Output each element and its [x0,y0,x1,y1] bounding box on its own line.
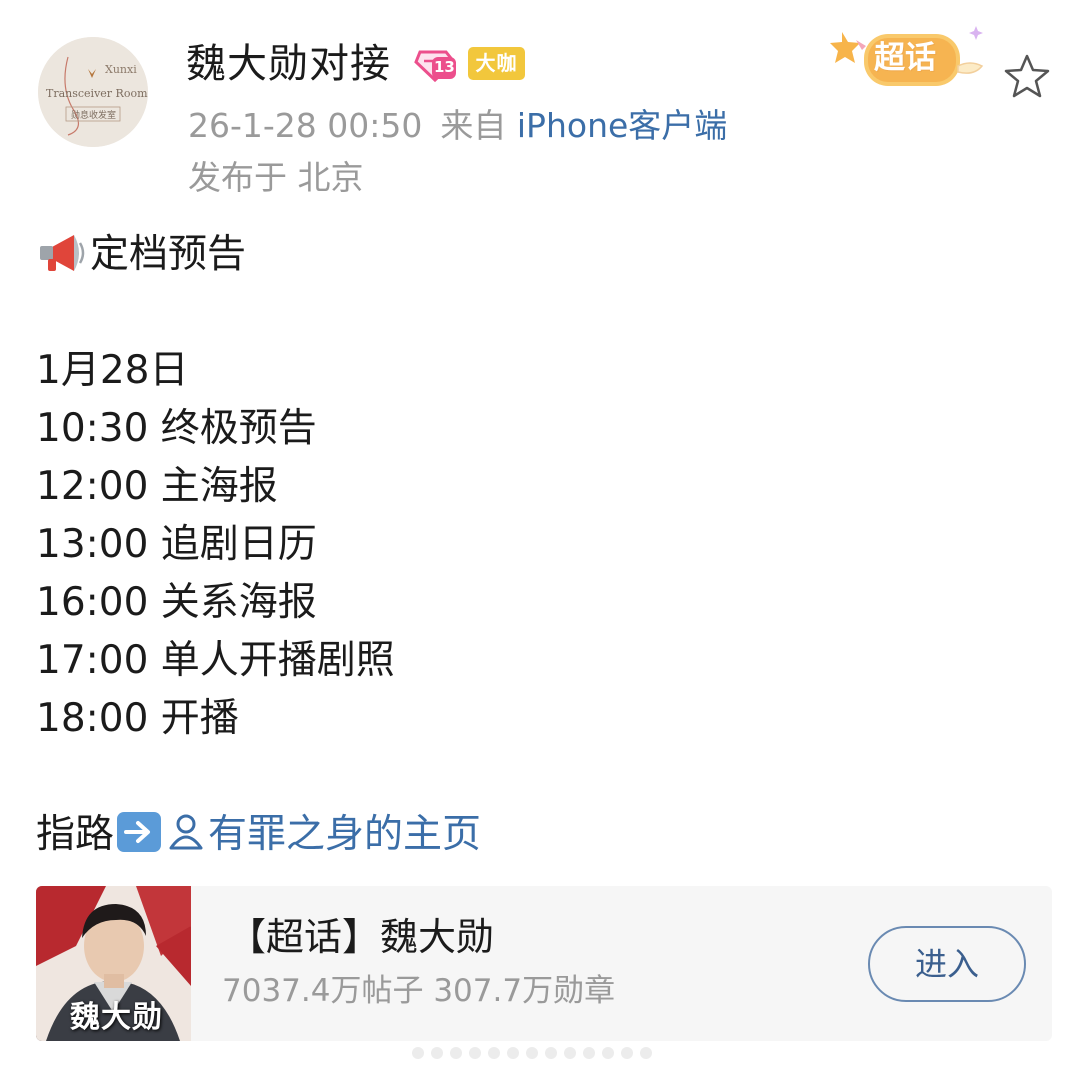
enter-button[interactable]: 进入 [868,926,1026,1002]
schedule-item: 18:00 开播 [36,696,239,741]
schedule-date: 1月28日 [36,348,189,393]
megaphone-icon [36,231,88,275]
card-stats: 7037.4万帖子 307.7万勋章 [222,973,616,1009]
post-location: 发布于 北京 [188,158,364,197]
schedule-item: 16:00 关系海报 [36,580,317,625]
profile-link[interactable]: 有罪之身的主页 [166,812,481,857]
timestamp: 26-1-28 00:50 [188,106,423,145]
schedule-item: 17:00 单人开播剧照 [36,638,395,683]
scroll-indicator [412,1044,678,1059]
pointer-label: 指路 [36,812,115,857]
avatar-text-1: Xunxi [105,63,137,76]
avatar-text-3: 勋息收发室 [71,109,116,121]
schedule-item: 10:30 终极预告 [36,406,317,451]
schedule-item: 13:00 追剧日历 [36,522,317,567]
card-title: 【超话】魏大勋 [228,915,495,959]
avatar-logo: Xunxi Transceiver Room 勋息收发室 [38,37,148,147]
card-thumbnail: 魏大勋 [36,886,191,1041]
thumbnail-caption: 魏大勋 [70,1000,163,1035]
supertopic-label: 超话 [874,40,936,76]
star-icon [1004,54,1050,98]
pointer-line: 指路 有罪之身的主页 [36,806,1046,864]
post-content: 定档预告 1月28日 10:30 终极预告 12:00 主海报 13:00 追剧… [36,226,1046,864]
vip-badge: 大咖 [468,47,525,80]
supertopic-card[interactable]: 魏大勋 【超话】魏大勋 7037.4万帖子 307.7万勋章 进入 [36,886,1052,1041]
level-badge: 13 [414,44,458,84]
headline-text: 定档预告 [90,232,247,277]
level-number: 13 [434,58,455,76]
supertopic-tag[interactable]: 超话 [830,18,1000,100]
source-client-link[interactable]: iPhone客户端 [517,106,727,145]
star-button[interactable] [1002,52,1052,100]
avatar-text-2: Transceiver Room [46,87,148,100]
profile-link-label: 有罪之身的主页 [208,812,482,857]
headline-line: 定档预告 [36,226,1046,284]
user-icon [166,810,206,850]
user-name[interactable]: 魏大勋对接 [186,38,391,90]
right-arrow-icon [116,811,162,853]
source-prefix: 来自 [440,106,507,145]
avatar[interactable]: Xunxi Transceiver Room 勋息收发室 [38,37,148,147]
weibo-post: Xunxi Transceiver Room 勋息收发室 魏大勋对接 13 大咖… [0,0,1088,1080]
post-meta: 26-1-28 00:50 来自 iPhone客户端 [188,104,727,148]
schedule-item: 12:00 主海报 [36,464,278,509]
